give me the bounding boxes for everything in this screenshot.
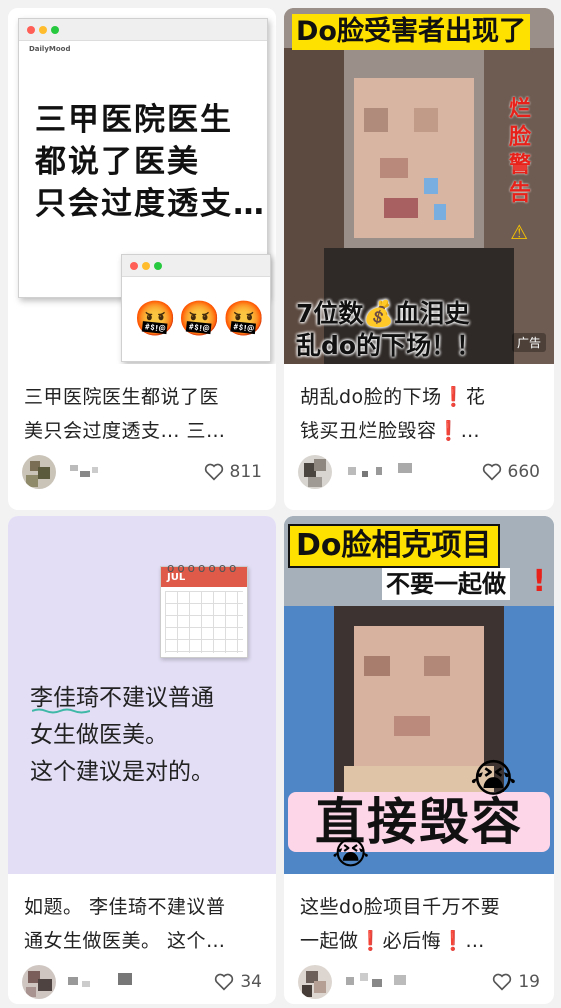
avatar[interactable]	[22, 965, 56, 999]
close-dot-icon	[130, 262, 138, 270]
note-title[interactable]: 这些do脸项目千万不要 一起做❗必后悔❗…	[300, 890, 540, 958]
note-card[interactable]: Do脸受害者出现了 烂脸警告 ⚠ 7位数💰血泪史 乱do的下场！！ 广告 胡乱d…	[284, 8, 554, 510]
note-title-line: 胡乱do脸的下场❗花	[300, 386, 486, 408]
exclamation-mark: !	[532, 564, 546, 599]
ad-badge: 广告	[511, 333, 546, 352]
side-warning-text: 烂脸警告	[508, 97, 531, 206]
crying-emoji-icon: 😭	[332, 834, 370, 872]
note-meta: 660	[298, 452, 540, 492]
note-cover-image[interactable]: ooooooo JUL 李佳琦不建议普通 女生做医美。 这个建议是对的。	[8, 516, 276, 874]
note-title-line: 通女生做医美。 这个…	[24, 930, 226, 952]
crying-emoji-icon: 😭	[470, 756, 517, 802]
like-count: 811	[229, 462, 262, 482]
note-meta: 811	[22, 452, 262, 492]
author-name-blurred[interactable]	[342, 461, 422, 483]
cover-text-line: 只会过度透支…	[35, 186, 266, 222]
note-feed: DailyMood 三甲医院医生 都说了医美 只会过度透支… 🤬🤬🤬 三甲医院医…	[0, 0, 561, 1008]
cover-bottom-text: 7位数💰血泪史 乱do的下场！！	[296, 298, 481, 362]
pixelated-avatar-image	[298, 455, 332, 489]
like-button[interactable]: 660	[482, 462, 540, 482]
cover-text-line: 都说了医美	[35, 144, 200, 180]
note-title-line: 三甲医院医生都说了医	[24, 386, 220, 408]
cover-headline: Do脸相克项目	[288, 524, 500, 568]
heart-icon	[493, 973, 512, 991]
note-cover-image[interactable]: Do脸相克项目 不要一起做 ! 直接毁容 😭 😭	[284, 516, 554, 874]
note-card[interactable]: ooooooo JUL 李佳琦不建议普通 女生做医美。 这个建议是对的。 如题。…	[8, 516, 276, 1004]
author-name-blurred[interactable]	[342, 971, 422, 993]
warning-icon: ⚠	[510, 220, 528, 244]
calendar-grid	[165, 591, 243, 653]
like-button[interactable]: 34	[214, 972, 262, 992]
window-titlebar	[122, 255, 270, 277]
note-title-line: 如题。 李佳琦不建议普	[24, 896, 226, 918]
note-cover-image[interactable]: Do脸受害者出现了 烂脸警告 ⚠ 7位数💰血泪史 乱do的下场！！ 广告	[284, 8, 554, 364]
note-title[interactable]: 胡乱do脸的下场❗花 钱买丑烂脸毁容❗…	[300, 380, 540, 448]
maximize-dot-icon	[154, 262, 162, 270]
cover-quote: 李佳琦不建议普通 女生做医美。 这个建议是对的。	[30, 680, 214, 791]
like-button[interactable]: 19	[492, 972, 540, 992]
note-title-line: 一起做❗必后悔❗…	[300, 930, 485, 952]
pixelated-avatar-image	[298, 965, 332, 999]
cover-text-line: 7位数💰血泪史	[296, 299, 470, 328]
heart-icon	[482, 463, 501, 481]
browser-mockup-small: 🤬🤬🤬	[121, 254, 271, 362]
pixelated-avatar-image	[22, 965, 56, 999]
pixelated-avatar-image	[22, 455, 56, 489]
note-card[interactable]: Do脸相克项目 不要一起做 ! 直接毁容 😭 😭 这些do脸项目千万不要 一起做…	[284, 516, 554, 1004]
calendar-rings-icon: ooooooo	[167, 561, 240, 575]
note-meta: 34	[22, 962, 262, 1002]
like-count: 34	[240, 972, 262, 992]
avatar[interactable]	[298, 965, 332, 999]
quote-line: 这个建议是对的。	[30, 759, 214, 785]
author-name-blurred[interactable]	[66, 971, 146, 993]
cover-subheadline: 不要一起做	[382, 568, 510, 600]
cover-text-line: 乱do的下场！！	[296, 331, 482, 360]
note-title[interactable]: 如题。 李佳琦不建议普 通女生做医美。 这个…	[24, 890, 262, 958]
note-title-line: 美只会过度透支… 三…	[24, 420, 226, 442]
cover-text: 三甲医院医生 都说了医美 只会过度透支…	[35, 99, 266, 225]
minimize-dot-icon	[142, 262, 150, 270]
quote-line: 李佳琦不建议普通	[30, 685, 214, 711]
author-name-blurred[interactable]	[66, 461, 146, 483]
note-title[interactable]: 三甲医院医生都说了医 美只会过度透支… 三…	[24, 380, 262, 448]
avatar[interactable]	[298, 455, 332, 489]
quote-line: 女生做医美。	[30, 722, 168, 748]
note-title-line: 钱买丑烂脸毁容❗…	[300, 420, 481, 442]
maximize-dot-icon	[51, 26, 59, 34]
window-address: DailyMood	[29, 45, 71, 53]
avatar[interactable]	[22, 455, 56, 489]
calendar-icon: ooooooo JUL	[160, 561, 248, 658]
cover-text-line: 三甲医院医生	[35, 102, 233, 138]
like-count: 19	[518, 972, 540, 992]
angry-emoji-icons: 🤬🤬🤬	[134, 299, 268, 339]
window-titlebar	[19, 19, 267, 41]
heart-icon	[215, 973, 234, 991]
note-meta: 19	[298, 962, 540, 1002]
heart-icon	[204, 463, 223, 481]
cover-headline: Do脸受害者出现了	[292, 14, 530, 50]
like-button[interactable]: 811	[204, 462, 262, 482]
note-title-line: 这些do脸项目千万不要	[300, 896, 501, 918]
like-count: 660	[507, 462, 540, 482]
minimize-dot-icon	[39, 26, 47, 34]
note-cover-image[interactable]: DailyMood 三甲医院医生 都说了医美 只会过度透支… 🤬🤬🤬	[8, 8, 276, 364]
note-card[interactable]: DailyMood 三甲医院医生 都说了医美 只会过度透支… 🤬🤬🤬 三甲医院医…	[8, 8, 276, 510]
close-dot-icon	[27, 26, 35, 34]
